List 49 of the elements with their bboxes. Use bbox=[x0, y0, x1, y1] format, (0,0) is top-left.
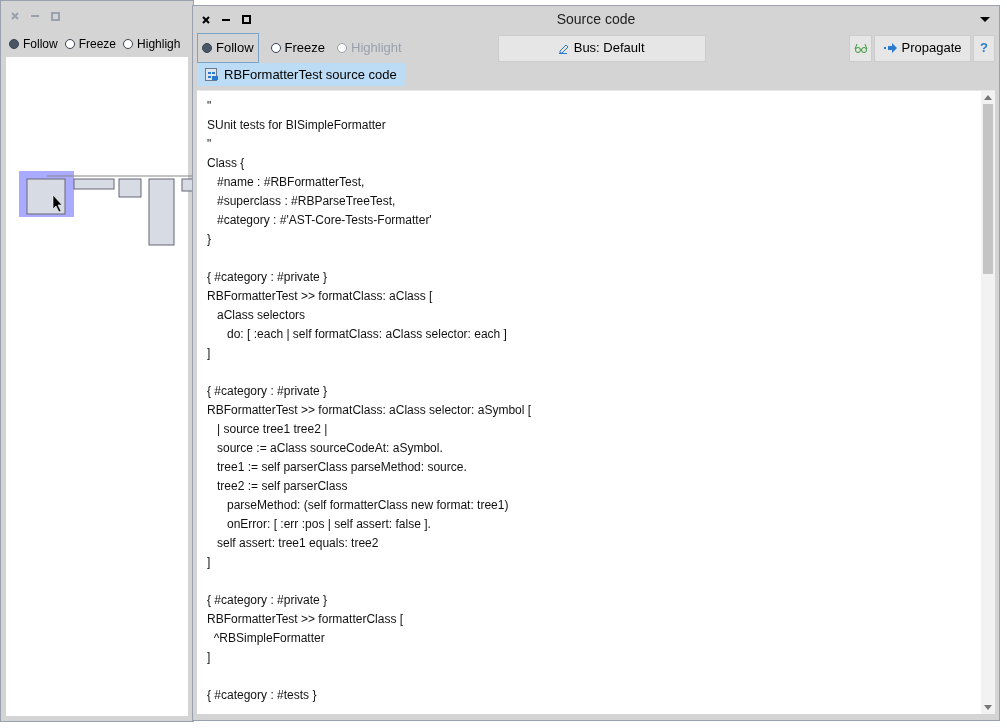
code-line: RBFormatterTest >> formatterClass [ bbox=[207, 611, 405, 628]
code-line: { #category : #tests } bbox=[207, 687, 318, 704]
code-line: " bbox=[207, 98, 213, 115]
code-line: tree1 := self parserClass parseMethod: source. bbox=[216, 459, 468, 476]
code-line: parseMethod: (self formatterClass new format: tree1) bbox=[226, 497, 510, 514]
code-line: #category : #'AST-Core-Tests-Formatter' bbox=[216, 212, 433, 229]
maximize-icon[interactable] bbox=[242, 15, 251, 24]
code-line: onError: [ :err :pos | self assert: false ]. bbox=[226, 516, 432, 533]
code-line: ] bbox=[207, 345, 212, 362]
arrow-icon bbox=[883, 43, 898, 53]
code-line: } bbox=[207, 231, 212, 248]
scroll-down-icon[interactable] bbox=[984, 705, 992, 710]
scroll-up-icon[interactable] bbox=[984, 95, 992, 100]
radio-option[interactable]: Freeze bbox=[64, 35, 117, 53]
class-icon bbox=[205, 68, 219, 81]
pencil-icon bbox=[558, 42, 570, 54]
code-line: source := aClass sourceCodeAt: aSymbol. bbox=[216, 440, 444, 457]
code-line: do: [ :each | self formatClass: aClass selector: each ] bbox=[226, 326, 508, 343]
code-line: RBFormatterTest >> formatClass: aClass [ bbox=[207, 288, 434, 305]
minimize-icon[interactable] bbox=[222, 18, 230, 21]
window-title: Source code bbox=[556, 10, 636, 29]
code-line: SUnit tests for BISimpleFormatter bbox=[207, 117, 387, 134]
radio-option[interactable]: Follow bbox=[9, 35, 58, 53]
code-line: self assert: tree1 equals: tree2 bbox=[216, 535, 380, 552]
code-line: { #category : #private } bbox=[207, 383, 329, 400]
scrollbar-thumb[interactable] bbox=[983, 104, 993, 274]
bus-button[interactable]: Bus: Default bbox=[497, 34, 706, 62]
code-line: | source tree1 tree2 | bbox=[216, 421, 329, 438]
scrollbar[interactable] bbox=[981, 91, 995, 714]
code-line: RBFormatterTest >> formatClass: aClass selector: aSymbol [ bbox=[207, 402, 533, 419]
code-line: Class { bbox=[207, 155, 246, 172]
code-line: tree2 := self parserClass bbox=[216, 478, 349, 495]
code-line: { #category : #private } bbox=[207, 269, 329, 286]
code-line: ^RBSimpleFormatter bbox=[212, 630, 326, 647]
tab[interactable]: RBFormatterTest source code bbox=[197, 63, 405, 86]
radio-option[interactable]: Freeze bbox=[270, 38, 326, 58]
help-button[interactable]: ? bbox=[973, 34, 995, 62]
glasses-icon[interactable] bbox=[849, 34, 872, 62]
code-line: #superclass : #RBParseTreeTest, bbox=[216, 193, 397, 210]
code-line: " bbox=[207, 136, 213, 153]
radio-option[interactable]: Highligh bbox=[123, 35, 181, 53]
code-line: ] bbox=[207, 649, 212, 666]
dropdown-caret-icon[interactable] bbox=[980, 17, 990, 22]
propagate-button[interactable]: Propagate bbox=[874, 34, 971, 62]
code-line: ] bbox=[207, 554, 212, 571]
code-line: { #category : #private } bbox=[207, 592, 329, 609]
code-line: aClass selectors bbox=[216, 307, 307, 324]
close-icon[interactable] bbox=[202, 15, 210, 24]
code-line: #name : #RBFormatterTest, bbox=[216, 174, 366, 191]
